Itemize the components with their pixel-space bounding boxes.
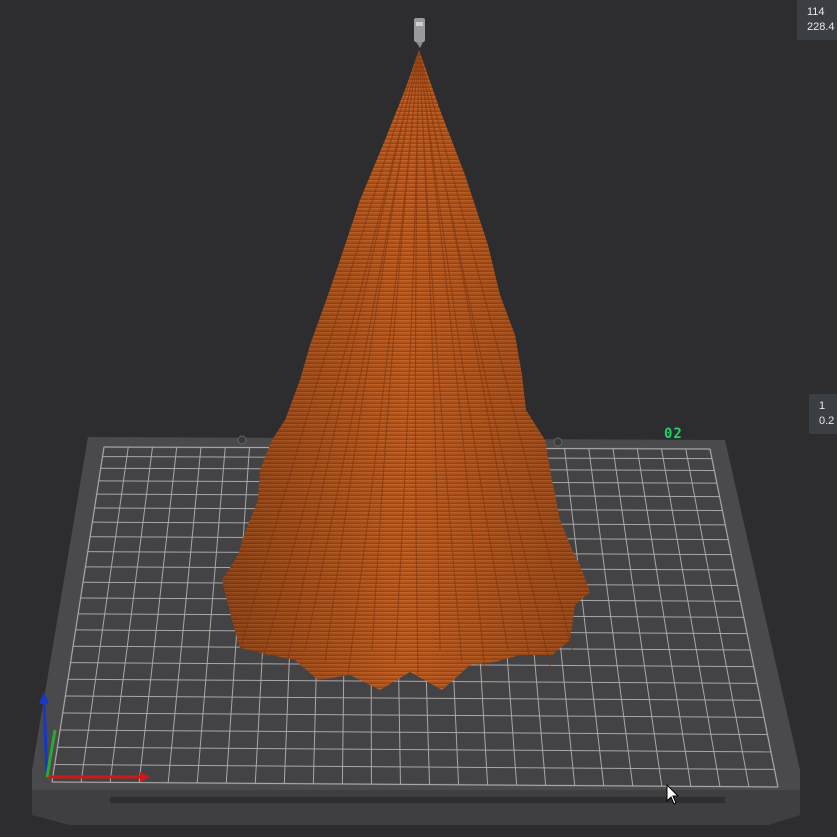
plate-number-label: 02 [664, 426, 683, 442]
readout-mid-line1: 1 [819, 400, 826, 412]
mouse-cursor-icon [666, 784, 680, 805]
coordinate-readout-mid: 1 0.2 [809, 394, 837, 434]
nozzle-icon [414, 18, 425, 48]
readout-top-line2: 228.4 [807, 21, 835, 33]
readout-top-line1: 114 [807, 6, 825, 18]
readout-mid-line2: 0.2 [819, 415, 835, 427]
3d-viewport[interactable] [0, 0, 837, 837]
printed-model[interactable] [222, 50, 590, 690]
coordinate-readout-top: 114 228.4 [797, 0, 837, 40]
